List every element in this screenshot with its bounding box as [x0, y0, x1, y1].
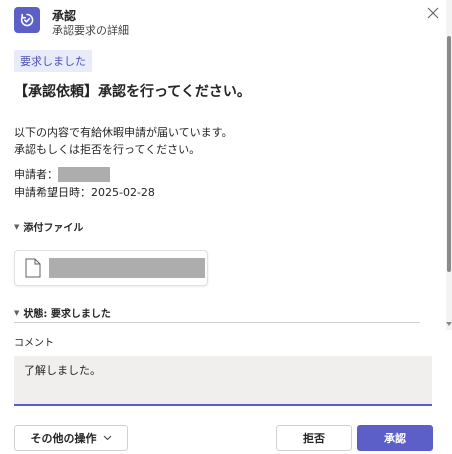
reject-button[interactable]: 拒否	[276, 425, 352, 451]
close-button[interactable]	[424, 4, 442, 22]
requester-label: 申請者：	[14, 168, 58, 181]
status-section-toggle[interactable]: ▼ 状態: 要求しました	[14, 305, 111, 321]
request-title: 【承認依頼】承認を行ってください。	[14, 84, 251, 100]
attachments-section-toggle[interactable]: ▼ 添付ファイル	[14, 219, 84, 235]
message-line-1: 以下の内容で有給休暇申請が届いています。	[14, 126, 233, 139]
message-line-2: 承認もしくは拒否を行ってください。	[14, 143, 201, 156]
divider	[14, 322, 420, 323]
requested-date: 申請希望日時：2025-02-28	[14, 186, 155, 199]
requester-row: 申請者：	[14, 166, 110, 182]
file-icon	[25, 258, 41, 278]
approve-label: 承認	[384, 432, 406, 445]
attachments-section-label: 添付ファイル	[23, 223, 84, 234]
status-section-label: 状態: 要求しました	[23, 309, 111, 320]
attachment-item[interactable]	[14, 250, 208, 286]
caret-down-icon: ▼	[14, 222, 20, 231]
scroll-down-arrow-icon[interactable]	[446, 312, 452, 331]
requester-name-redacted	[58, 166, 110, 182]
approve-button[interactable]: 承認	[357, 425, 433, 451]
more-actions-label: その他の操作	[30, 432, 97, 445]
attachment-name-redacted	[49, 258, 205, 278]
caret-down-icon: ▼	[14, 308, 20, 317]
comment-text: 了解しました。	[24, 364, 101, 377]
comment-label: コメント	[14, 338, 54, 349]
more-actions-button[interactable]: その他の操作	[14, 425, 128, 451]
close-icon	[427, 7, 439, 19]
status-badge: 要求しました	[14, 50, 92, 72]
app-subtitle: 承認要求の詳細	[52, 24, 129, 37]
reject-label: 拒否	[303, 432, 325, 445]
comment-textarea[interactable]: 了解しました。	[14, 356, 432, 406]
chevron-down-icon	[103, 435, 111, 441]
scrollbar-thumb[interactable]	[447, 36, 451, 272]
approvals-app-icon	[14, 7, 40, 33]
